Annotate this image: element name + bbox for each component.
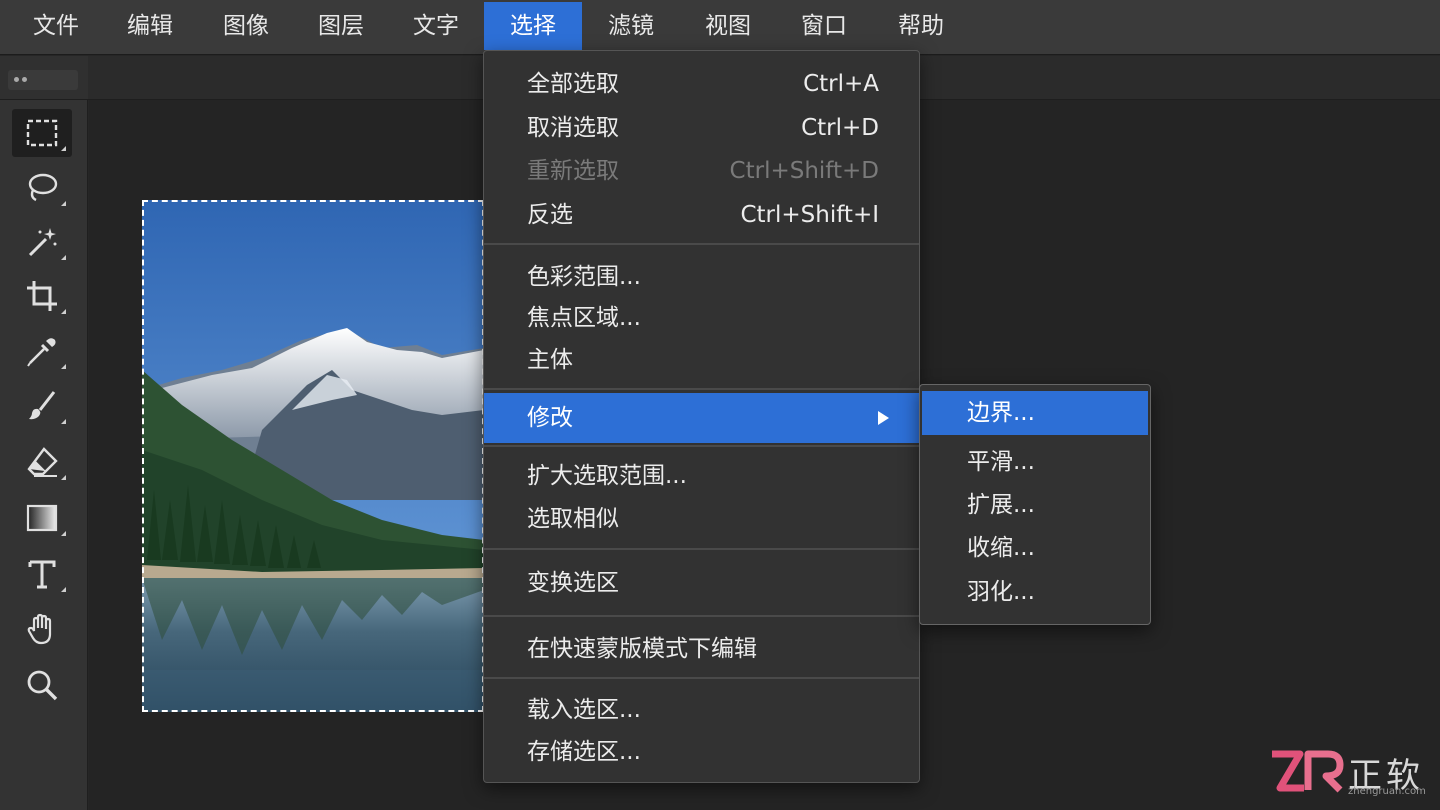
menu-item-save-selection[interactable]: 存储选区... — [484, 731, 919, 773]
tool-zoom[interactable] — [12, 661, 72, 709]
zr-logo-icon — [1272, 750, 1344, 793]
submenu-item-smooth[interactable]: 平滑... — [922, 440, 1148, 484]
tool-type[interactable] — [12, 550, 72, 598]
menu-item-focus-area[interactable]: 焦点区域... — [484, 297, 919, 339]
type-icon — [28, 560, 56, 589]
panel-grip-handle[interactable] — [8, 70, 78, 90]
menu-item-quick-mask[interactable]: 在快速蒙版模式下编辑 — [484, 628, 919, 670]
menu-item-modify[interactable]: 修改 — [484, 393, 919, 443]
menu-item-reselect: 重新选取 Ctrl+Shift+D — [527, 158, 879, 184]
menu-item-similar[interactable]: 选取相似 — [484, 498, 919, 540]
menu-item-grow[interactable]: 扩大选取范围... — [484, 455, 919, 497]
menu-bar: 文件 编辑 图像 图层 文字 选择 滤镜 视图 窗口 帮助 — [0, 0, 1440, 55]
menu-layer[interactable]: 图层 — [305, 2, 377, 50]
brush-icon — [29, 391, 56, 420]
tool-rectangular-marquee[interactable] — [12, 109, 72, 157]
tool-gradient[interactable] — [12, 494, 72, 542]
tool-magic-wand[interactable] — [12, 218, 72, 266]
submenu-item-contract[interactable]: 收缩... — [922, 526, 1148, 570]
menu-help[interactable]: 帮助 — [885, 2, 957, 50]
menu-edit[interactable]: 编辑 — [114, 2, 186, 50]
tool-brush[interactable] — [12, 382, 72, 430]
gradient-icon — [26, 504, 58, 532]
hand-icon — [27, 613, 52, 645]
menu-separator — [484, 445, 919, 447]
menu-file[interactable]: 文件 — [20, 2, 92, 50]
menu-item-color-range[interactable]: 色彩范围... — [484, 256, 919, 298]
watermark: 正软 zhengruan.com — [1268, 748, 1433, 800]
menu-separator — [484, 243, 919, 245]
menu-item-transform-selection[interactable]: 变换选区 — [484, 562, 919, 604]
tool-eyedropper[interactable] — [12, 327, 72, 375]
watermark-site: zhengruan.com — [1348, 786, 1426, 797]
eyedropper-icon — [27, 338, 56, 367]
menu-window[interactable]: 窗口 — [788, 2, 860, 50]
submenu-item-expand[interactable]: 扩展... — [922, 483, 1148, 527]
menu-view[interactable]: 视图 — [692, 2, 764, 50]
menu-item-load-selection[interactable]: 载入选区... — [484, 689, 919, 731]
magic-wand-icon — [28, 228, 57, 257]
lasso-icon — [28, 173, 58, 202]
eraser-icon — [27, 447, 58, 477]
tool-lasso[interactable] — [12, 164, 72, 212]
menu-item-inverse[interactable]: 反选 Ctrl+Shift+I — [484, 194, 919, 236]
menu-separator — [484, 548, 919, 550]
menu-image[interactable]: 图像 — [210, 2, 282, 50]
menu-type[interactable]: 文字 — [400, 2, 472, 50]
rectangular-marquee-icon — [26, 119, 58, 147]
zoom-icon — [27, 670, 58, 701]
select-menu-dropdown: 全部选取 Ctrl+A 取消选取 Ctrl+D 重新选取 Ctrl+Shift+… — [483, 50, 920, 783]
menu-select[interactable]: 选择 — [484, 2, 582, 50]
crop-icon — [27, 281, 57, 311]
submenu-arrow-icon — [878, 411, 889, 425]
tool-crop[interactable] — [12, 272, 72, 320]
menu-separator — [484, 615, 919, 617]
menu-item-subject[interactable]: 主体 — [484, 339, 919, 381]
menu-separator — [484, 677, 919, 679]
modify-submenu: 边界... 平滑... 扩展... 收缩... 羽化... — [919, 384, 1151, 625]
menu-filter[interactable]: 滤镜 — [595, 2, 667, 50]
tool-eraser[interactable] — [12, 438, 72, 486]
submenu-item-feather[interactable]: 羽化... — [922, 570, 1148, 614]
menu-item-select-all[interactable]: 全部选取 Ctrl+A — [484, 63, 919, 105]
landscape-photo — [142, 200, 484, 712]
menu-separator — [484, 388, 919, 390]
submenu-item-border[interactable]: 边界... — [922, 391, 1148, 435]
menu-item-deselect[interactable]: 取消选取 Ctrl+D — [484, 107, 919, 149]
tools-panel — [0, 100, 88, 810]
tool-hand[interactable] — [12, 605, 72, 653]
